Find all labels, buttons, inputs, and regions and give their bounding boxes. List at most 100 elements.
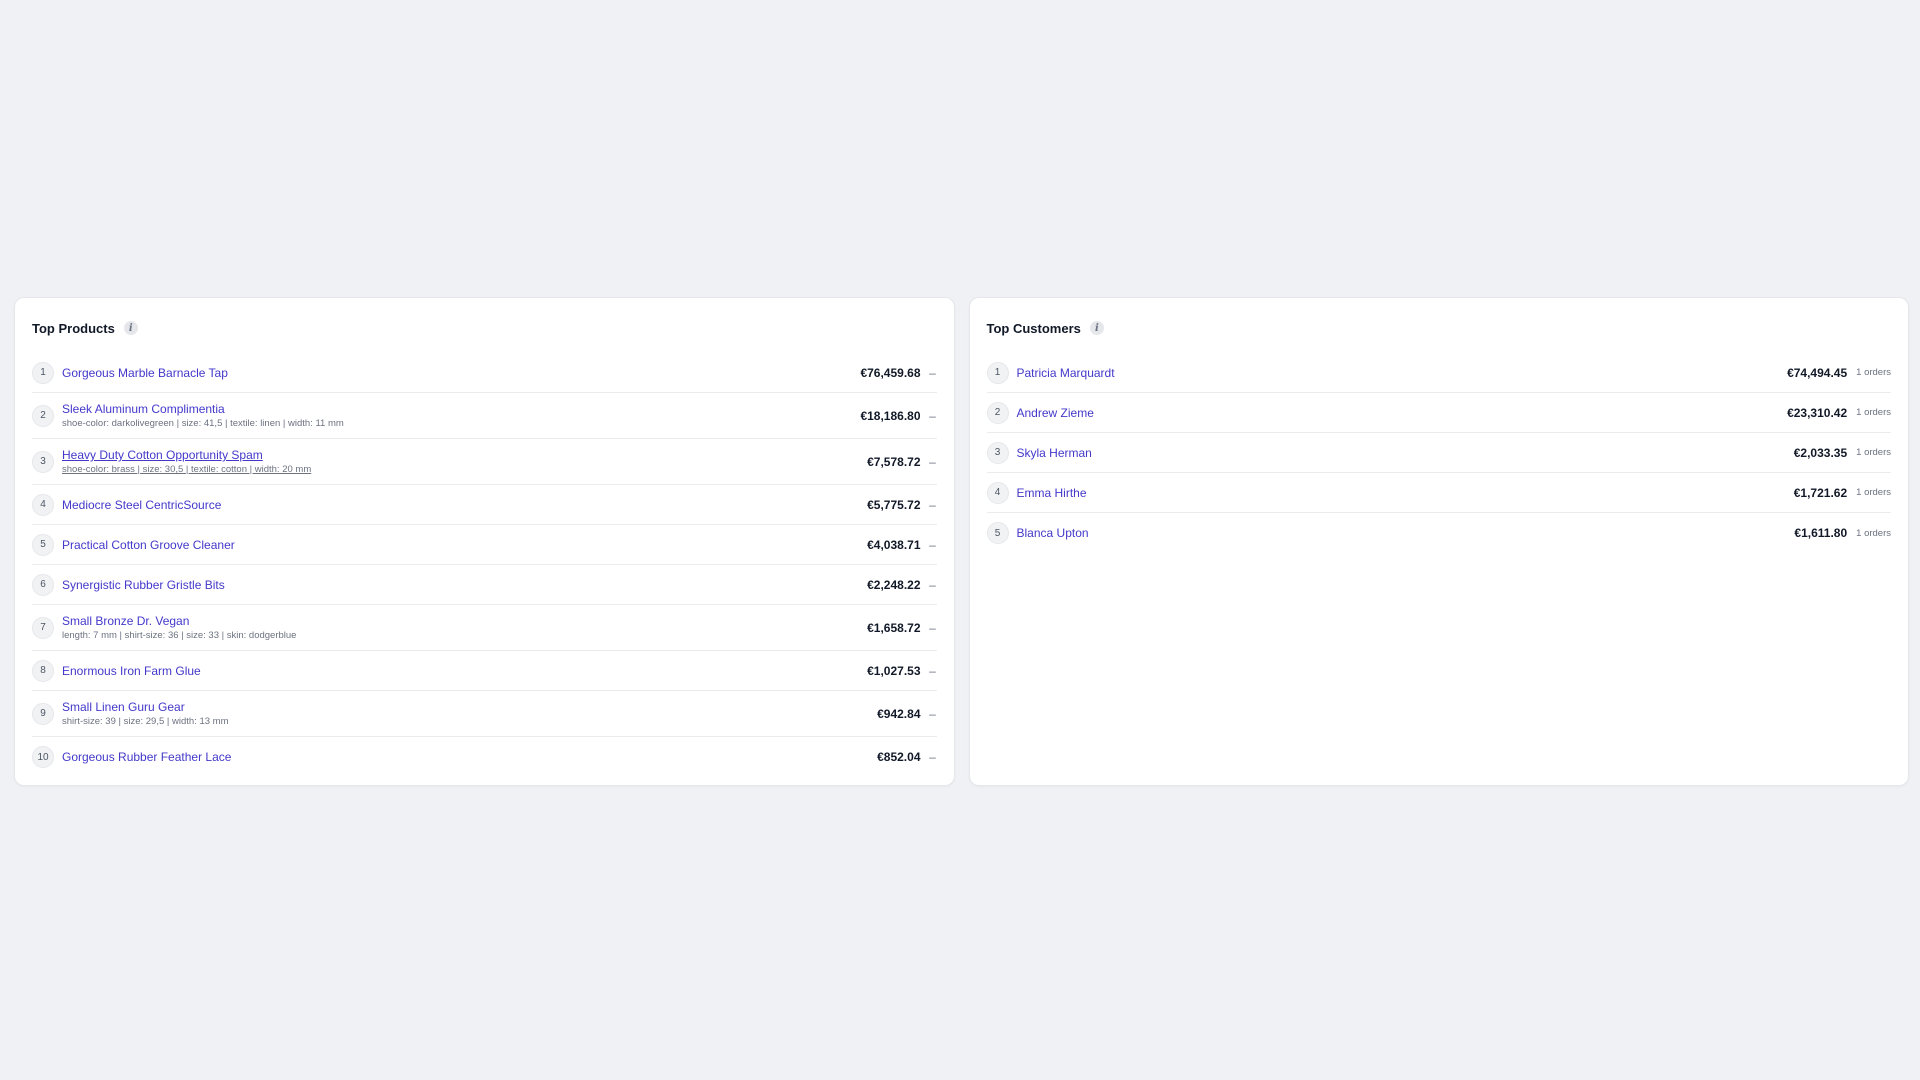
- product-revenue: €5,775.72: [867, 497, 921, 512]
- product-link[interactable]: Heavy Duty Cotton Opportunity Spam: [62, 448, 855, 462]
- rank-badge: 2: [32, 404, 54, 427]
- product-link[interactable]: Enormous Iron Farm Glue: [62, 664, 855, 678]
- product-link[interactable]: Synergistic Rubber Gristle Bits: [62, 578, 855, 592]
- customer-row[interactable]: 2 Andrew Zieme €23,310.42 1 orders: [986, 393, 1891, 433]
- customer-link[interactable]: Patricia Marquardt: [1017, 366, 1776, 380]
- product-row[interactable]: 2 Sleek Aluminum Complimentia shoe-color: …: [32, 393, 937, 439]
- product-variant-attributes: length: 7 mm | shirt-size: 36 | size: 33…: [62, 630, 297, 641]
- product-revenue: €18,186.80: [860, 408, 921, 423]
- top-products-header: Top Products i: [32, 315, 937, 341]
- product-row[interactable]: 10 Gorgeous Rubber Feather Lace €852.04–: [32, 737, 937, 777]
- trend-indicator: –: [929, 663, 936, 678]
- trend-indicator: –: [929, 408, 936, 423]
- customer-link[interactable]: Skyla Herman: [1017, 446, 1782, 460]
- product-link[interactable]: Small Bronze Dr. Vegan: [62, 614, 855, 628]
- rank-badge: 1: [32, 361, 54, 384]
- rank-badge: 4: [32, 493, 54, 516]
- product-variant-attributes: shoe-color: darkolivegreen | size: 41,5 …: [62, 418, 344, 429]
- product-variant-attributes: shirt-size: 39 | size: 29,5 | width: 13 …: [62, 716, 229, 727]
- rank-badge: 1: [986, 361, 1009, 384]
- dashboard-widgets: Top Products i 1 Gorgeous Marble Barnacle…: [14, 297, 1909, 786]
- product-row[interactable]: 1 Gorgeous Marble Barnacle Tap €76,459.68–: [32, 353, 937, 393]
- product-link[interactable]: Small Linen Guru Gear: [62, 700, 865, 714]
- customer-link[interactable]: Emma Hirthe: [1017, 486, 1782, 500]
- product-info: Heavy Duty Cotton Opportunity Spam shoe-c…: [62, 448, 855, 475]
- product-revenue: €852.04: [877, 750, 921, 764]
- product-info: Enormous Iron Farm Glue: [62, 664, 855, 678]
- customer-revenue: €74,494.45: [1787, 365, 1848, 380]
- product-row[interactable]: 9 Small Linen Guru Gear shirt-size: 39 | s…: [32, 691, 937, 737]
- top-products-card: Top Products i 1 Gorgeous Marble Barnacle…: [14, 297, 955, 786]
- customer-info: Emma Hirthe: [1017, 486, 1782, 500]
- product-row[interactable]: 6 Synergistic Rubber Gristle Bits €2,248.2…: [32, 565, 937, 605]
- product-info: Gorgeous Rubber Feather Lace: [62, 750, 865, 764]
- top-products-list: 1 Gorgeous Marble Barnacle Tap €76,459.68–…: [32, 353, 937, 777]
- top-customers-list: 1 Patricia Marquardt €74,494.45 1 orders 2 An…: [986, 353, 1891, 553]
- customer-revenue: €1,611.80: [1794, 526, 1848, 540]
- customer-info: Skyla Herman: [1017, 446, 1782, 460]
- product-info: Synergistic Rubber Gristle Bits: [62, 578, 855, 592]
- rank-badge: 8: [32, 659, 54, 682]
- product-row[interactable]: 8 Enormous Iron Farm Glue €1,027.53–: [32, 651, 937, 691]
- top-customers-card: Top Customers i 1 Patricia Marquardt €74,4…: [968, 297, 1909, 786]
- product-info: Gorgeous Marble Barnacle Tap: [62, 366, 848, 380]
- product-revenue: €942.84: [877, 706, 921, 721]
- product-row[interactable]: 5 Practical Cotton Groove Cleaner €4,038.7…: [32, 525, 937, 565]
- customer-row[interactable]: 5 Blanca Upton €1,611.80 1 orders: [986, 513, 1891, 553]
- product-link[interactable]: Gorgeous Rubber Feather Lace: [62, 750, 865, 764]
- trend-indicator: –: [929, 706, 936, 721]
- customer-order-count: 1 orders: [1856, 407, 1891, 418]
- rank-badge: 10: [32, 746, 54, 768]
- customer-order-count: 1 orders: [1856, 487, 1891, 498]
- product-info: Practical Cotton Groove Cleaner: [62, 538, 855, 552]
- rank-badge: 3: [32, 450, 54, 473]
- rank-badge: 6: [32, 573, 54, 596]
- trend-indicator: –: [929, 750, 936, 764]
- product-link[interactable]: Sleek Aluminum Complimentia: [62, 402, 848, 416]
- rank-badge: 4: [986, 481, 1009, 504]
- rank-badge: 3: [986, 441, 1009, 464]
- customer-row[interactable]: 4 Emma Hirthe €1,721.62 1 orders: [986, 473, 1891, 513]
- customer-order-count: 1 orders: [1856, 367, 1891, 378]
- product-revenue: €4,038.71: [867, 537, 921, 552]
- product-info: Small Bronze Dr. Vegan length: 7 mm | shi…: [62, 614, 855, 641]
- product-revenue: €76,459.68: [860, 365, 921, 380]
- customer-order-count: 1 orders: [1856, 447, 1891, 458]
- product-row[interactable]: 4 Mediocre Steel CentricSource €5,775.72–: [32, 485, 937, 525]
- customer-link[interactable]: Andrew Zieme: [1017, 406, 1776, 420]
- rank-badge: 7: [32, 616, 54, 639]
- customer-revenue: €23,310.42: [1787, 405, 1848, 420]
- product-info: Small Linen Guru Gear shirt-size: 39 | si…: [62, 700, 865, 727]
- customer-row[interactable]: 1 Patricia Marquardt €74,494.45 1 orders: [986, 353, 1891, 393]
- top-customers-title: Top Customers: [986, 320, 1081, 336]
- info-icon[interactable]: i: [1089, 321, 1104, 335]
- rank-badge: 5: [986, 522, 1009, 544]
- customer-info: Blanca Upton: [1017, 526, 1783, 540]
- product-revenue: €1,658.72: [867, 620, 921, 635]
- product-revenue: €1,027.53: [867, 663, 921, 678]
- trend-indicator: –: [929, 620, 936, 635]
- customer-revenue: €2,033.35: [1793, 445, 1848, 460]
- product-row[interactable]: 3 Heavy Duty Cotton Opportunity Spam shoe-…: [32, 439, 937, 485]
- trend-indicator: –: [929, 497, 936, 512]
- product-revenue: €2,248.22: [867, 577, 921, 592]
- top-products-title: Top Products: [32, 320, 115, 336]
- product-variant-attributes: shoe-color: brass | size: 30,5 | textile…: [62, 464, 312, 475]
- product-link[interactable]: Mediocre Steel CentricSource: [62, 498, 855, 512]
- customer-info: Andrew Zieme: [1017, 406, 1776, 420]
- customer-order-count: 1 orders: [1856, 527, 1891, 539]
- rank-badge: 5: [32, 533, 54, 556]
- product-link[interactable]: Practical Cotton Groove Cleaner: [62, 538, 855, 552]
- trend-indicator: –: [929, 454, 936, 469]
- trend-indicator: –: [929, 365, 936, 380]
- customer-revenue: €1,721.62: [1793, 485, 1848, 500]
- trend-indicator: –: [929, 577, 936, 592]
- customer-info: Patricia Marquardt: [1017, 366, 1776, 380]
- customer-link[interactable]: Blanca Upton: [1017, 526, 1783, 540]
- product-link[interactable]: Gorgeous Marble Barnacle Tap: [62, 366, 848, 380]
- customer-row[interactable]: 3 Skyla Herman €2,033.35 1 orders: [986, 433, 1891, 473]
- rank-badge: 2: [986, 401, 1009, 424]
- info-icon[interactable]: i: [123, 321, 138, 335]
- product-row[interactable]: 7 Small Bronze Dr. Vegan length: 7 mm | sh…: [32, 605, 937, 651]
- top-customers-header: Top Customers i: [987, 315, 1892, 341]
